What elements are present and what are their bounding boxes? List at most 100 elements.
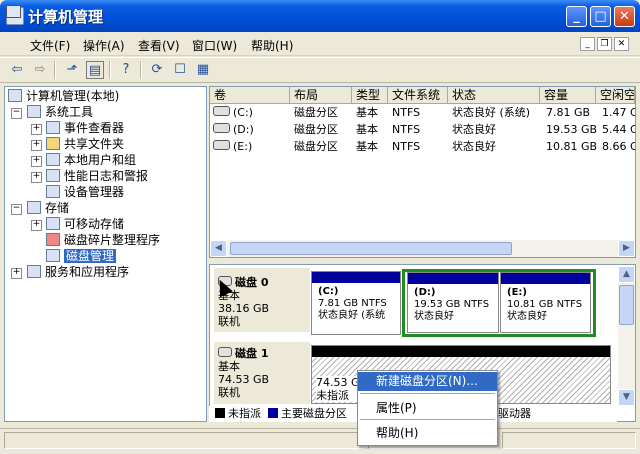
disk-management-icon <box>46 249 60 262</box>
volume-d[interactable]: (D:) 19.53 GB NTFS 状态良好 <box>407 272 499 333</box>
tree-item-event-viewer[interactable]: 事件查看器 <box>46 120 124 136</box>
scroll-left-icon[interactable]: ◀ <box>210 240 227 257</box>
performance-icon <box>46 169 60 182</box>
shared-folder-icon <box>46 137 60 150</box>
column-header-status[interactable]: 状态 <box>448 87 540 104</box>
menu-action[interactable]: 操作(A) <box>83 37 125 54</box>
context-menu-properties[interactable]: 属性(P) <box>358 399 497 418</box>
event-viewer-icon <box>46 121 60 134</box>
cell-type: 基本 <box>356 123 378 136</box>
services-icon <box>27 265 41 278</box>
forward-arrow-icon[interactable]: ⇨ <box>31 61 49 79</box>
unallocated-info: 74.53 G 未指派 <box>316 376 360 402</box>
volume-header-bar <box>501 273 590 284</box>
expand-icon[interactable]: + <box>31 156 42 167</box>
status-panel <box>502 432 636 449</box>
expand-icon[interactable]: + <box>31 124 42 135</box>
mmc-console-icon[interactable] <box>6 5 21 18</box>
defrag-icon <box>46 233 60 246</box>
column-header-free[interactable]: 空闲空 <box>596 87 635 104</box>
storage-icon <box>27 201 41 214</box>
cell-layout: 磁盘分区 <box>294 140 338 153</box>
disk-icon <box>218 347 232 357</box>
toolbar-separator <box>54 61 56 79</box>
tree-item-system-tools[interactable]: 系统工具 <box>27 104 93 120</box>
legend-drive-label: 驱动器 <box>498 407 531 420</box>
cell-free: 1.47 G <box>602 106 635 119</box>
context-menu-new-partition[interactable]: 新建磁盘分区(N)... <box>358 372 497 391</box>
cell-layout: 磁盘分区 <box>294 106 338 119</box>
tree-item-defrag[interactable]: 磁盘碎片整理程序 <box>46 232 160 248</box>
expand-icon[interactable]: + <box>11 268 22 279</box>
computer-icon <box>8 89 22 102</box>
tree-item-removable-storage[interactable]: 可移动存储 <box>46 216 124 232</box>
volume-c[interactable]: (C:) 7.81 GB NTFS 状态良好 (系统 <box>311 271 401 335</box>
tree-item-local-users[interactable]: 本地用户和组 <box>46 152 136 168</box>
status-panel <box>4 432 364 449</box>
cell-free: 8.66 G <box>602 140 635 153</box>
cell-type: 基本 <box>356 140 378 153</box>
scroll-up-icon[interactable]: ▲ <box>618 266 635 283</box>
scroll-right-icon[interactable]: ▶ <box>618 240 635 257</box>
collapse-icon[interactable]: − <box>11 108 22 119</box>
up-folder-icon[interactable]: ⬏ <box>63 61 81 79</box>
show-tree-icon[interactable]: ▤ <box>86 61 104 79</box>
tree-item-shared-folders[interactable]: 共享文件夹 <box>46 136 124 152</box>
menu-separator <box>360 393 495 394</box>
expand-icon[interactable]: + <box>31 172 42 183</box>
menu-help[interactable]: 帮助(H) <box>251 37 293 54</box>
tree-item-root[interactable]: 计算机管理(本地) <box>8 88 119 104</box>
column-header-filesystem[interactable]: 文件系统 <box>388 87 448 104</box>
tree-item-perf-logs[interactable]: 性能日志和警报 <box>46 168 148 184</box>
table-row[interactable]: (E:) 磁盘分区 基本 NTFS 状态良好 10.81 GB 8.66 G <box>210 138 635 155</box>
menu-file[interactable]: 文件(F) <box>30 37 70 54</box>
scroll-thumb[interactable] <box>230 242 512 255</box>
column-header-type[interactable]: 类型 <box>352 87 388 104</box>
cell-filesystem: NTFS <box>392 106 421 119</box>
device-manager-icon <box>46 185 60 198</box>
menu-view[interactable]: 查看(V) <box>138 37 180 54</box>
child-close-button[interactable]: ✕ <box>614 37 629 51</box>
child-restore-button[interactable]: ❐ <box>597 37 612 51</box>
expand-icon[interactable]: + <box>31 220 42 231</box>
minimize-button[interactable]: _ <box>566 6 587 27</box>
export-list-icon[interactable]: ▦ <box>194 61 212 79</box>
close-button[interactable]: ✕ <box>614 6 635 27</box>
cell-volume: (E:) <box>213 138 290 155</box>
tree-item-device-manager[interactable]: 设备管理器 <box>46 184 124 200</box>
expand-icon[interactable]: + <box>31 140 42 151</box>
menu-window[interactable]: 窗口(W) <box>192 37 237 54</box>
scroll-down-icon[interactable]: ▼ <box>618 389 635 406</box>
collapse-icon[interactable]: − <box>11 204 22 215</box>
refresh-icon[interactable]: ⟳ <box>148 61 166 79</box>
back-arrow-icon[interactable]: ⇦ <box>8 61 26 79</box>
toolbar-separator <box>109 61 111 79</box>
cell-filesystem: NTFS <box>392 140 421 153</box>
tree-item-disk-management[interactable]: 磁盘管理 <box>46 248 117 264</box>
tree-item-services[interactable]: 服务和应用程序 <box>27 264 129 280</box>
cell-volume: (D:) <box>213 121 290 138</box>
unallocated-swatch <box>215 408 225 418</box>
table-row[interactable]: (D:) 磁盘分区 基本 NTFS 状态良好 19.53 GB 5.44 G <box>210 121 635 138</box>
window-title: 计算机管理 <box>28 8 104 26</box>
scroll-thumb[interactable] <box>619 285 634 325</box>
cell-status: 状态良好 <box>452 140 496 153</box>
context-menu-help[interactable]: 帮助(H) <box>358 424 497 443</box>
cell-type: 基本 <box>356 106 378 119</box>
table-row[interactable]: (C:) 磁盘分区 基本 NTFS 状态良好 (系统) 7.81 GB 1.47… <box>210 104 635 121</box>
cell-filesystem: NTFS <box>392 123 421 136</box>
properties-icon[interactable]: ☐ <box>171 61 189 79</box>
column-header-layout[interactable]: 布局 <box>290 87 352 104</box>
cell-capacity: 7.81 GB <box>546 106 591 119</box>
maximize-button[interactable]: □ <box>590 6 611 27</box>
help-icon[interactable]: ? <box>117 61 135 79</box>
primary-partition-swatch <box>268 408 278 418</box>
child-minimize-button[interactable]: _ <box>580 37 595 51</box>
column-header-capacity[interactable]: 容量 <box>540 87 596 104</box>
tree-item-storage[interactable]: 存储 <box>27 200 69 216</box>
drive-icon <box>213 106 230 116</box>
volume-e[interactable]: (E:) 10.81 GB NTFS 状态良好 <box>500 272 591 333</box>
cell-status: 状态良好 <box>452 123 496 136</box>
column-header-volume[interactable]: 卷 <box>210 87 290 104</box>
cell-capacity: 10.81 GB <box>546 140 598 153</box>
